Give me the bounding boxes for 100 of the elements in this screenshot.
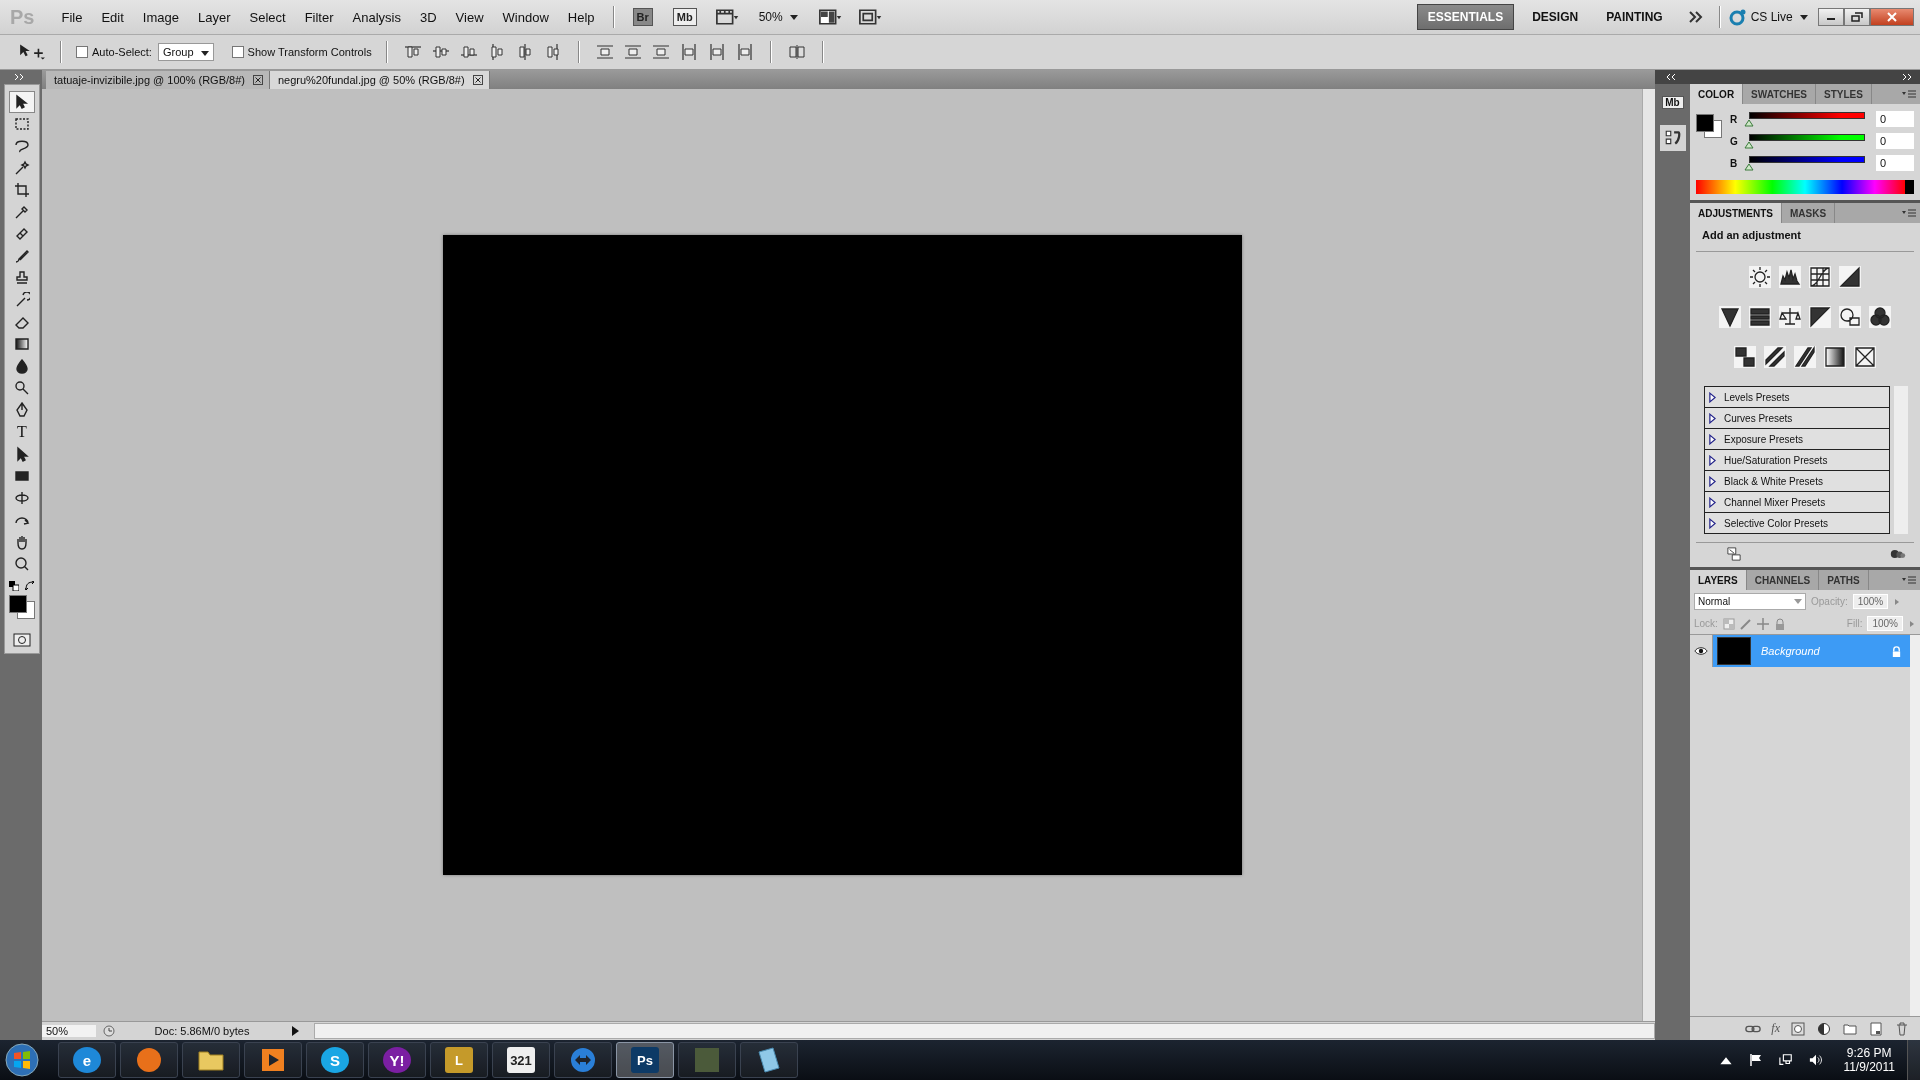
taskbar-button[interactable] — [740, 1042, 798, 1078]
slashes-icon[interactable] — [1794, 346, 1816, 368]
checkered-square-icon[interactable] — [1722, 617, 1735, 630]
restore-button[interactable] — [1844, 8, 1870, 26]
menu-item[interactable]: Analysis — [343, 9, 411, 25]
panel-tab[interactable]: SWATCHES — [1743, 84, 1817, 104]
taskbar-button[interactable]: 321 — [492, 1042, 550, 1078]
menu-item[interactable]: Edit — [92, 9, 134, 25]
auto-align-icon[interactable] — [787, 43, 806, 61]
workspace-tab[interactable]: ESSENTIALS — [1416, 4, 1515, 30]
horizontal-scrollbar[interactable] — [314, 1023, 1655, 1039]
distribute-icon[interactable] — [707, 43, 726, 61]
network-icon[interactable] — [1779, 1053, 1794, 1067]
preset-item[interactable]: Selective Color Presets — [1705, 513, 1889, 533]
layout-grid-icon[interactable] — [818, 8, 842, 26]
workspace-tab[interactable]: DESIGN — [1522, 5, 1589, 29]
distribute-icon[interactable] — [623, 43, 642, 61]
clock-date[interactable]: 11/9/2011 — [1843, 1060, 1895, 1074]
menu-item[interactable]: Window — [493, 9, 559, 25]
flag-icon[interactable] — [1749, 1053, 1764, 1067]
color-swatches[interactable] — [1696, 114, 1722, 138]
diagonal-split-icon[interactable] — [1809, 306, 1831, 328]
swap-arrow-icon[interactable] — [25, 581, 35, 591]
distribute-icon[interactable] — [595, 43, 614, 61]
panel-tab[interactable]: CHANNELS — [1746, 570, 1820, 590]
disclosure-triangle-icon[interactable] — [1709, 433, 1716, 445]
fill-field[interactable]: 100% — [1867, 616, 1903, 631]
mini-bridge-button[interactable]: Mb — [672, 8, 697, 26]
taskbar-button[interactable] — [120, 1042, 178, 1078]
menu-item[interactable]: Layer — [188, 9, 241, 25]
menu-item[interactable]: Help — [558, 9, 605, 25]
film-frame-icon[interactable] — [714, 8, 739, 26]
distribute-icon[interactable] — [735, 43, 754, 61]
folder-icon[interactable] — [1842, 1021, 1858, 1036]
clock-time[interactable]: 9:26 PM — [1846, 1046, 1892, 1060]
distribute-icon[interactable] — [679, 43, 698, 61]
document-tab[interactable]: negru%20fundal.jpg @ 50% (RGB/8#) — [269, 71, 490, 89]
auto-select-dropdown[interactable]: Group — [157, 43, 214, 61]
disclosure-triangle-icon[interactable] — [1709, 475, 1716, 487]
new-page-icon[interactable] — [1868, 1021, 1884, 1036]
preset-item[interactable]: Hue/Saturation Presets — [1705, 450, 1889, 471]
channel-value-field[interactable]: 0 — [1876, 111, 1914, 127]
taskbar-button[interactable] — [182, 1042, 240, 1078]
zoom-dropdown[interactable]: 50% — [758, 10, 798, 24]
half-circle-icon[interactable] — [1816, 1021, 1832, 1036]
taskbar-button[interactable]: Ps — [616, 1042, 674, 1078]
panel-menu-icon[interactable] — [1902, 90, 1916, 98]
align-icon[interactable] — [403, 43, 422, 61]
auto-select-checkbox[interactable] — [76, 46, 88, 58]
panel-tab[interactable]: LAYERS — [1690, 570, 1747, 590]
preset-item[interactable]: Exposure Presets — [1705, 429, 1889, 450]
menu-item[interactable]: 3D — [410, 9, 447, 25]
disclosure-triangle-icon[interactable] — [1709, 391, 1716, 403]
mask-icon[interactable] — [1790, 1021, 1806, 1036]
channel-value-field[interactable]: 0 — [1876, 155, 1914, 171]
menu-item[interactable]: File — [52, 9, 93, 25]
slider-thumb[interactable] — [1744, 118, 1754, 127]
tool-button[interactable]: T — [9, 421, 35, 443]
start-orb-icon[interactable] — [4, 1042, 40, 1078]
cross-square-icon[interactable] — [1854, 346, 1876, 368]
scales-icon[interactable] — [1779, 306, 1801, 328]
zoom-field[interactable]: 50% — [42, 1025, 96, 1037]
clock-icon[interactable] — [102, 1024, 116, 1038]
workspace-tab[interactable]: PAINTING — [1596, 5, 1673, 29]
preset-item[interactable]: Channel Mixer Presets — [1705, 492, 1889, 513]
disclosure-triangle-icon[interactable] — [1709, 454, 1716, 466]
screen-frame-icon[interactable] — [858, 8, 882, 26]
color-spectrum[interactable] — [1696, 180, 1914, 194]
double-chevron-icon[interactable] — [1688, 11, 1703, 23]
panel-tab[interactable]: PATHS — [1819, 570, 1869, 590]
menu-item[interactable]: View — [446, 9, 494, 25]
disclosure-triangle-icon[interactable] — [1709, 412, 1716, 424]
panel-tab[interactable]: STYLES — [1816, 84, 1872, 104]
gradient-square-icon[interactable] — [1824, 346, 1846, 368]
preset-scrollbar[interactable] — [1894, 386, 1908, 534]
panel-menu-icon[interactable] — [1902, 209, 1916, 217]
menu-item[interactable]: Filter — [295, 9, 344, 25]
disclosure-triangle-icon[interactable] — [1709, 496, 1716, 508]
disclosure-triangle-icon[interactable] — [1709, 517, 1716, 529]
diagonal-stripes-icon[interactable] — [1764, 346, 1786, 368]
quick-mask-icon[interactable] — [13, 633, 31, 647]
default-colors-icon[interactable] — [9, 581, 19, 591]
close-icon[interactable] — [252, 75, 263, 85]
opacity-field[interactable]: 100% — [1852, 594, 1889, 609]
close-icon[interactable] — [472, 75, 483, 85]
eye-icon[interactable] — [1694, 646, 1708, 656]
cs-live-button[interactable]: CS Live — [1750, 10, 1808, 24]
preset-item[interactable]: Curves Presets — [1705, 408, 1889, 429]
speaker-icon[interactable] — [1809, 1053, 1824, 1067]
triangle-icon[interactable] — [1719, 306, 1741, 328]
taskbar-button[interactable]: Y! — [368, 1042, 426, 1078]
color-swatches[interactable] — [9, 595, 35, 619]
align-icon[interactable] — [459, 43, 478, 61]
stripes-icon[interactable] — [1749, 306, 1771, 328]
curve-grid-icon[interactable] — [1809, 266, 1831, 288]
trash-icon[interactable] — [1894, 1021, 1910, 1036]
squares-icon[interactable] — [1734, 346, 1756, 368]
panel-tab[interactable]: COLOR — [1690, 84, 1744, 104]
layers-scrollbar[interactable] — [1910, 635, 1920, 1016]
panel-tab[interactable]: ADJUSTMENTS — [1690, 203, 1782, 223]
